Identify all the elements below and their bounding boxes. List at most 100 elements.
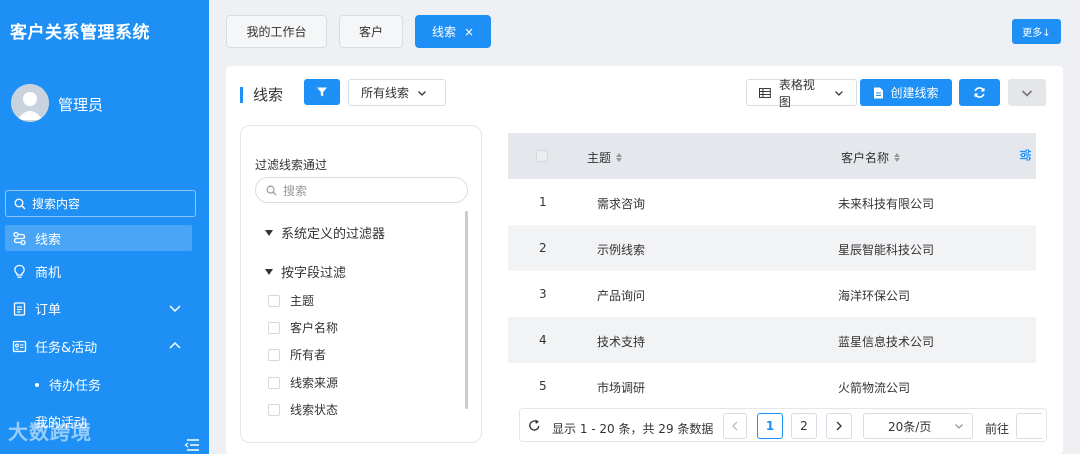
sidebar-search-input[interactable]: 搜索内容 (5, 190, 196, 217)
sidebar-item-orders[interactable]: 订单 (5, 295, 192, 321)
column-settings-icon[interactable] (1019, 149, 1032, 161)
tab-leads[interactable]: 线索 × (415, 15, 491, 48)
avatar[interactable] (11, 84, 49, 122)
more-actions-button[interactable] (1008, 79, 1046, 106)
filter-field-status[interactable]: 线索状态 (268, 401, 338, 418)
tab-label: 我的工作台 (246, 25, 307, 39)
filter-button[interactable] (304, 79, 340, 105)
row-subject[interactable]: 产品询问 (597, 287, 645, 304)
checkbox[interactable] (268, 321, 280, 334)
filter-field-label: 线索状态 (290, 403, 339, 417)
chevron-down-icon (418, 90, 426, 96)
sidebar-item-tasks[interactable]: 任务&活动 (5, 333, 192, 359)
prev-page-button[interactable] (723, 413, 747, 439)
close-icon[interactable]: × (464, 25, 474, 39)
dropdown-value: 所有线索 (361, 86, 410, 100)
row-subject[interactable]: 需求咨询 (597, 195, 645, 212)
checkbox[interactable] (268, 403, 280, 416)
tab-customers[interactable]: 客户 (339, 15, 403, 48)
filter-search-placeholder: 搜索 (283, 183, 308, 198)
refresh-button[interactable] (959, 79, 1000, 106)
sidebar-item-opportunities[interactable]: 商机 (5, 258, 192, 284)
sidebar-item-leads[interactable]: 线索 (5, 225, 192, 251)
sidebar-subitem-label: 待办任务 (49, 379, 102, 394)
row-customer: 未来科技有限公司 (838, 197, 935, 211)
page-title: 线索 (240, 84, 283, 105)
chevron-left-icon (732, 421, 738, 431)
filter-sidebar: 过滤线索通过 搜索 系统定义的过滤器 按字段过滤 主题 客户名称 所有者 线索来… (240, 125, 482, 443)
route-icon (13, 231, 26, 245)
user-avatar-icon (11, 84, 49, 122)
page-button-1[interactable]: 1 (757, 413, 783, 439)
checkbox[interactable] (268, 376, 280, 389)
chevron-down-icon (835, 90, 843, 96)
tab-label: 客户 (358, 25, 383, 39)
menu-collapse-icon[interactable] (184, 438, 200, 452)
sort-icon[interactable] (894, 153, 901, 162)
table-grid-icon (759, 87, 771, 98)
select-all-checkbox[interactable] (536, 150, 548, 162)
lead-view-dropdown[interactable]: 所有线索 (348, 79, 446, 106)
funnel-icon (317, 87, 327, 97)
app-title: 客户关系管理系统 (10, 23, 150, 43)
filter-field-owner[interactable]: 所有者 (268, 346, 326, 363)
table-row[interactable]: 3 产品询问 海洋环保公司 (508, 271, 1036, 317)
filter-field-label: 主题 (290, 294, 315, 308)
filter-field-label: 客户名称 (290, 321, 339, 335)
column-header-subject[interactable]: 主题 (587, 149, 623, 166)
chevron-right-icon (836, 421, 842, 431)
filter-scrollbar[interactable] (465, 211, 468, 409)
filter-field-source[interactable]: 线索来源 (268, 374, 338, 391)
filter-field-label: 所有者 (290, 348, 327, 362)
tab-workbench[interactable]: 我的工作台 (226, 15, 327, 48)
leads-panel: 线索 所有线索 表格视图 创建线索 过滤线索通过 搜索 系统定义的过滤器 按字段… (226, 66, 1063, 454)
reload-icon[interactable] (528, 419, 541, 432)
row-subject[interactable]: 技术支持 (597, 333, 645, 350)
filter-field-subject[interactable]: 主题 (268, 292, 314, 309)
sidebar-subitem-todo[interactable]: 待办任务 (35, 375, 101, 394)
checkbox[interactable] (268, 294, 280, 307)
row-customer: 蓝星信息技术公司 (838, 335, 935, 349)
page-size-value: 20条/页 (888, 419, 932, 434)
filter-section-system[interactable]: 系统定义的过滤器 (265, 223, 385, 242)
row-subject[interactable]: 示例线索 (597, 241, 645, 258)
document-icon (874, 87, 884, 98)
column-header-customer[interactable]: 客户名称 (841, 149, 901, 166)
page-button-2[interactable]: 2 (791, 413, 817, 439)
caret-down-icon (265, 229, 273, 236)
table-header: 主题 客户名称 (508, 133, 1036, 179)
table-row[interactable]: 5 市场调研 火箭物流公司 (508, 363, 1036, 409)
create-lead-label: 创建线索 (890, 86, 939, 100)
row-index: 4 (539, 333, 547, 347)
sort-icon[interactable] (616, 153, 623, 162)
filter-search-input[interactable]: 搜索 (255, 177, 468, 203)
row-subject[interactable]: 市场调研 (597, 379, 645, 396)
table-row[interactable]: 1 需求咨询 未来科技有限公司 (508, 179, 1036, 225)
tab-label: 线索 (431, 25, 456, 39)
row-index: 3 (539, 287, 547, 301)
sidebar-item-label: 任务&活动 (35, 340, 98, 356)
chevron-up-icon (169, 341, 181, 349)
more-button[interactable]: 更多↓ (1012, 19, 1061, 44)
table-row[interactable]: 4 技术支持 蓝星信息技术公司 (508, 317, 1036, 363)
row-customer: 星辰智能科技公司 (838, 243, 935, 257)
filter-field-label: 线索来源 (290, 376, 339, 390)
row-index: 5 (539, 379, 547, 393)
filter-field-customer[interactable]: 客户名称 (268, 319, 338, 336)
sidebar-search-placeholder: 搜索内容 (32, 197, 81, 211)
sidebar-item-label: 商机 (35, 265, 62, 281)
checkbox[interactable] (268, 348, 280, 361)
next-page-button[interactable] (826, 413, 852, 439)
goto-page-input[interactable] (1016, 413, 1042, 439)
table-row[interactable]: 2 示例线索 星辰智能科技公司 (508, 225, 1036, 271)
id-card-icon (12, 340, 27, 352)
view-mode-dropdown[interactable]: 表格视图 (746, 78, 857, 109)
sidebar-item-label: 线索 (35, 232, 62, 248)
search-icon (266, 185, 277, 196)
filter-section-label: 按字段过滤 (281, 266, 347, 281)
filter-section-fields[interactable]: 按字段过滤 (265, 262, 346, 281)
pagination-summary: 显示 1 - 20 条，共 29 条数据 (552, 422, 714, 436)
page-size-select[interactable]: 20条/页 (863, 413, 973, 439)
page-title-text: 线索 (253, 86, 284, 104)
create-lead-button[interactable]: 创建线索 (860, 79, 952, 106)
